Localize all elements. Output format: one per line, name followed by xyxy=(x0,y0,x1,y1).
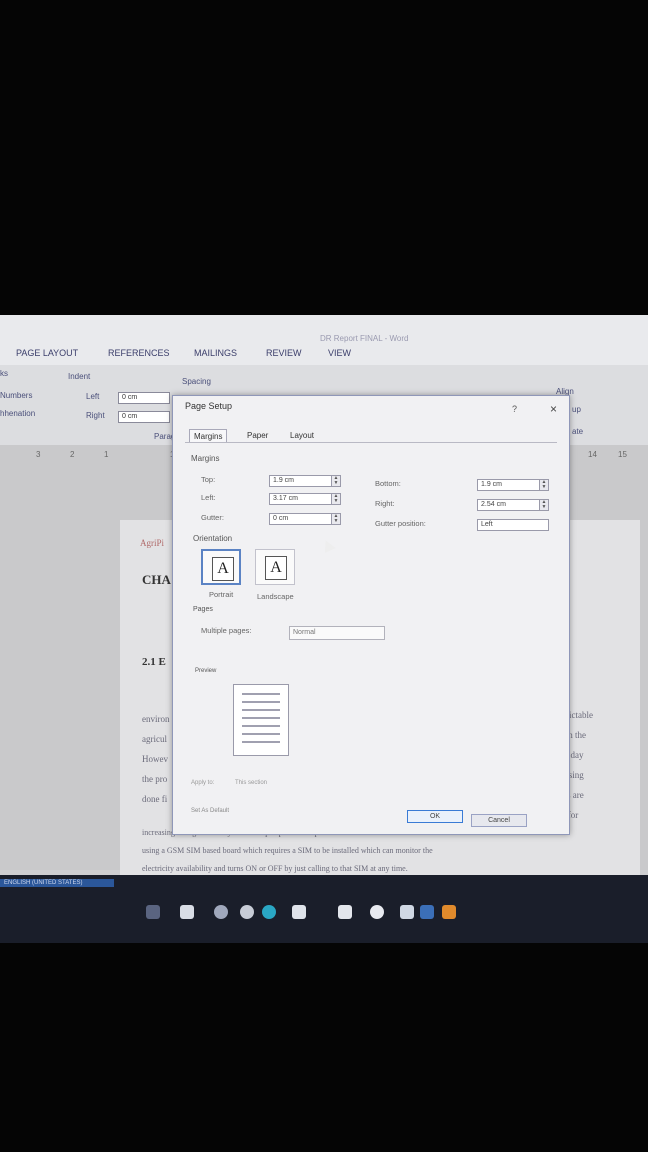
multiple-pages-select[interactable]: Normal xyxy=(289,626,385,640)
close-icon[interactable]: × xyxy=(550,402,557,416)
tab-references[interactable]: REFERENCES xyxy=(108,348,170,358)
status-bar: ENGLISH (UNITED STATES) xyxy=(0,879,114,887)
file-explorer-icon[interactable] xyxy=(180,905,194,919)
top-margin-input[interactable]: 1.9 cm xyxy=(269,475,333,487)
indent-left-label: Left xyxy=(86,392,100,401)
top-margin-spinner[interactable]: ▲ ▼ xyxy=(331,475,341,487)
gutter-position-select[interactable]: Left xyxy=(477,519,549,531)
gutter-label: Gutter: xyxy=(201,513,224,522)
edge-icon[interactable] xyxy=(262,905,276,919)
preview-section-label: Preview xyxy=(195,668,217,674)
document-header: AgriPi xyxy=(140,538,165,548)
gutter-position-label: Gutter position: xyxy=(375,519,426,528)
ruler-mark: 14 xyxy=(588,450,597,459)
tab-view[interactable]: VIEW xyxy=(328,348,351,358)
app-icon[interactable] xyxy=(292,905,306,919)
taskbar: ENGLISH (UNITED STATES) xyxy=(0,875,648,943)
ruler-mark: 3 xyxy=(36,450,41,459)
apply-to-select[interactable]: This section xyxy=(235,780,267,786)
hyphenation-button[interactable]: hhenation xyxy=(0,409,35,418)
gutter-spinner[interactable]: ▲ ▼ xyxy=(331,513,341,525)
media-player-icon[interactable] xyxy=(214,905,228,919)
word-icon[interactable] xyxy=(400,905,414,919)
apply-to-label: Apply to: xyxy=(191,780,215,786)
portrait-icon: A xyxy=(212,557,234,581)
ruler-mark: 1 xyxy=(104,450,109,459)
rotate-button[interactable]: ate xyxy=(572,427,583,436)
tab-divider xyxy=(185,442,557,443)
bottom-label: Bottom: xyxy=(375,479,401,488)
tab-layout[interactable]: Layout xyxy=(286,429,318,442)
body-fragment: Howev xyxy=(142,754,168,764)
right-label: Right: xyxy=(375,499,395,508)
settings-icon[interactable] xyxy=(338,905,352,919)
indent-label: Indent xyxy=(68,372,91,381)
indent-left-input[interactable]: 0 cm xyxy=(118,392,170,404)
body-fragment: the pro xyxy=(142,774,168,784)
help-button[interactable]: ? xyxy=(512,404,517,414)
body-fragment: done fi xyxy=(142,794,168,804)
portrait-option[interactable]: A xyxy=(201,549,241,585)
spacing-label: Spacing xyxy=(182,377,211,386)
task-view-icon[interactable] xyxy=(146,905,160,919)
tab-mailings[interactable]: MAILINGS xyxy=(194,348,237,358)
set-as-default-button[interactable]: Set As Default xyxy=(191,808,229,814)
landscape-label: Landscape xyxy=(257,592,294,601)
dialog-title: Page Setup xyxy=(185,401,233,411)
orientation-section-label: Orientation xyxy=(193,534,233,543)
document-icon[interactable] xyxy=(420,905,434,919)
multiple-pages-label: Multiple pages: xyxy=(201,626,252,635)
margins-section-label: Margins xyxy=(191,454,220,463)
tab-page-layout[interactable]: PAGE LAYOUT xyxy=(16,348,78,358)
page-setup-dialog: Page Setup ? × Margins Paper Layout Marg… xyxy=(172,395,570,835)
bottom-margin-input[interactable]: 1.9 cm xyxy=(477,479,541,491)
indent-right-label: Right xyxy=(86,411,105,420)
landscape-icon: A xyxy=(265,556,287,580)
ruler-mark: 15 xyxy=(618,450,627,459)
ribbon-tab-bar: DR Report FINAL - Word PAGE LAYOUT REFER… xyxy=(0,315,648,365)
right-margin-spinner[interactable]: ▲ ▼ xyxy=(539,499,549,511)
tab-review[interactable]: REVIEW xyxy=(266,348,302,358)
page-preview xyxy=(233,684,289,756)
tab-paper[interactable]: Paper xyxy=(243,429,272,442)
breaks-button[interactable]: ks xyxy=(0,369,8,378)
body-fragment: agricul xyxy=(142,734,167,744)
ok-button[interactable]: OK xyxy=(407,810,463,823)
tab-margins[interactable]: Margins xyxy=(189,429,228,443)
window-title: DR Report FINAL - Word xyxy=(320,334,409,343)
portrait-label: Portrait xyxy=(209,590,234,599)
indent-right-input[interactable]: 0 cm xyxy=(118,411,170,423)
bottom-margin-spinner[interactable]: ▲ ▼ xyxy=(539,479,549,491)
cancel-button[interactable]: Cancel xyxy=(471,814,527,827)
left-margin-input[interactable]: 3.17 cm xyxy=(269,493,333,505)
section-heading: 2.1 E xyxy=(142,656,166,668)
top-label: Top: xyxy=(201,475,216,484)
pages-section-label: Pages xyxy=(193,606,213,613)
line-numbers-button[interactable]: Numbers xyxy=(0,391,32,400)
landscape-option[interactable]: A xyxy=(255,549,295,585)
left-label: Left: xyxy=(201,493,216,502)
ruler-mark: 2 xyxy=(70,450,75,459)
body-line: using a GSM SIM based board which requir… xyxy=(142,846,433,855)
right-margin-input[interactable]: 2.54 cm xyxy=(477,499,541,511)
app-icon[interactable] xyxy=(370,905,384,919)
vlc-icon[interactable] xyxy=(442,905,456,919)
left-margin-spinner[interactable]: ▲ ▼ xyxy=(331,493,341,505)
chrome-icon[interactable] xyxy=(240,905,254,919)
body-fragment: environ xyxy=(142,714,170,724)
gutter-input[interactable]: 0 cm xyxy=(269,513,333,525)
chapter-heading: CHA xyxy=(142,572,171,587)
body-line: electricity availability and turns ON or… xyxy=(142,864,408,873)
group-button[interactable]: up xyxy=(572,405,581,414)
